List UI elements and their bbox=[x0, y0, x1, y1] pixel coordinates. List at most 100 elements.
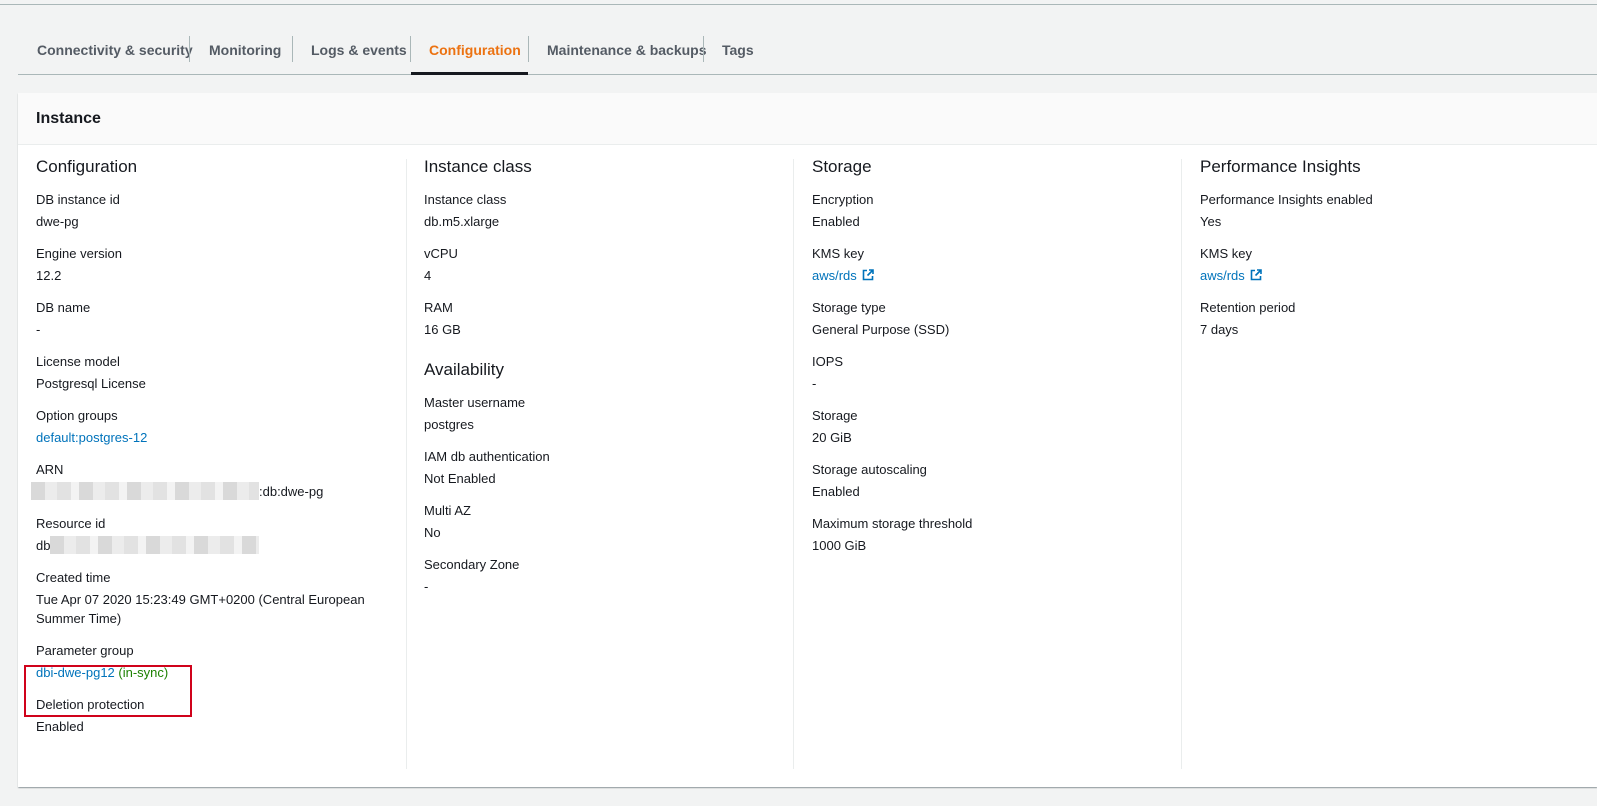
field-value: No bbox=[424, 525, 441, 540]
field-value: dwe-pg bbox=[36, 214, 79, 229]
performance-insights-title: Performance Insights bbox=[1200, 157, 1361, 176]
configuration-title: Configuration bbox=[36, 157, 138, 176]
panel-title: Instance bbox=[36, 110, 101, 127]
field-value: Postgresql License bbox=[36, 376, 146, 391]
panel-header: Instance bbox=[18, 93, 1597, 145]
field-label: KMS key bbox=[812, 246, 865, 261]
field-value: db.m5.xlarge bbox=[424, 214, 500, 229]
performance-insights-column: Performance Insights Performance Insight… bbox=[1200, 156, 1540, 352]
tab-separator bbox=[292, 36, 293, 62]
field-value: 12.2 bbox=[36, 268, 62, 283]
field-label: IAM db authentication bbox=[424, 449, 550, 464]
field-value: Enabled bbox=[36, 719, 84, 734]
instance-panel: Instance Configuration DB instance id dw… bbox=[18, 93, 1597, 787]
arn-field: ARN :db:dwe-pg bbox=[31, 460, 376, 501]
field-label: KMS key bbox=[1200, 246, 1253, 261]
field-label: DB name bbox=[36, 300, 91, 315]
field-value: postgres bbox=[424, 417, 474, 432]
tab-separator bbox=[703, 36, 704, 62]
option-group-link[interactable]: default:postgres-12 bbox=[36, 430, 147, 445]
field-value: Tue Apr 07 2020 15:23:49 GMT+0200 (Centr… bbox=[36, 592, 365, 626]
field-label: Storage type bbox=[812, 300, 886, 315]
column-divider bbox=[793, 159, 794, 769]
field-label: Storage bbox=[812, 408, 858, 423]
field-value: Enabled bbox=[812, 484, 860, 499]
field-value: - bbox=[36, 322, 41, 337]
db-name-field: DB name - bbox=[36, 298, 376, 339]
license-model-field: License model Postgresql License bbox=[36, 352, 376, 393]
field-label: Storage autoscaling bbox=[812, 462, 927, 477]
iam-auth-field: IAM db authentication Not Enabled bbox=[424, 447, 764, 488]
top-divider bbox=[0, 4, 1597, 5]
instance-class-field: Instance class db.m5.xlarge bbox=[424, 190, 764, 231]
field-value: Enabled bbox=[812, 214, 860, 229]
field-label: Parameter group bbox=[36, 643, 134, 658]
kms-key-field: KMS key aws/rds bbox=[812, 244, 1152, 285]
field-label: Encryption bbox=[812, 192, 874, 207]
option-groups-field: Option groups default:postgres-12 bbox=[36, 406, 376, 447]
created-time-field: Created time Tue Apr 07 2020 15:23:49 GM… bbox=[36, 568, 376, 628]
tab-connectivity-security[interactable]: Connectivity & security bbox=[37, 26, 193, 74]
field-label: vCPU bbox=[424, 246, 458, 261]
max-storage-threshold-field: Maximum storage threshold 1000 GiB bbox=[812, 514, 1152, 555]
field-label: Engine version bbox=[36, 246, 122, 261]
engine-version-field: Engine version 12.2 bbox=[36, 244, 376, 285]
pi-kms-key-link[interactable]: aws/rds bbox=[1200, 268, 1245, 283]
field-value: - bbox=[812, 376, 817, 391]
instance-class-title: Instance class bbox=[424, 157, 532, 176]
vcpu-field: vCPU 4 bbox=[424, 244, 764, 285]
configuration-column: Configuration DB instance id dwe-pg Engi… bbox=[31, 156, 376, 749]
field-label: Master username bbox=[424, 395, 526, 410]
storage-column: Storage Encryption Enabled KMS key aws/r… bbox=[812, 156, 1152, 568]
field-label: DB instance id bbox=[36, 192, 120, 207]
field-label: ARN bbox=[36, 462, 64, 477]
iops-field: IOPS - bbox=[812, 352, 1152, 393]
field-value: Yes bbox=[1200, 214, 1222, 229]
field-value: 1000 GiB bbox=[812, 538, 867, 553]
tab-separator bbox=[410, 36, 411, 62]
arn-suffix: :db:dwe-pg bbox=[259, 484, 324, 499]
resource-id-prefix: db bbox=[36, 538, 51, 553]
secondary-zone-field: Secondary Zone - bbox=[424, 555, 764, 596]
tab-logs-events[interactable]: Logs & events bbox=[311, 26, 407, 74]
field-value: Not Enabled bbox=[424, 471, 496, 486]
field-label: Resource id bbox=[36, 516, 106, 531]
external-link-icon[interactable] bbox=[862, 269, 874, 281]
resource-id-field: Resource id db bbox=[36, 514, 376, 555]
field-label: RAM bbox=[424, 300, 453, 315]
encryption-field: Encryption Enabled bbox=[812, 190, 1152, 231]
ram-field: RAM 16 GB bbox=[424, 298, 764, 339]
retention-period-field: Retention period 7 days bbox=[1200, 298, 1540, 339]
field-value: General Purpose (SSD) bbox=[812, 322, 950, 337]
tab-tags[interactable]: Tags bbox=[722, 26, 754, 74]
external-link-icon[interactable] bbox=[1250, 269, 1262, 281]
db-instance-id-field: DB instance id dwe-pg bbox=[36, 190, 376, 231]
field-label: Created time bbox=[36, 570, 111, 585]
field-label: Performance Insights enabled bbox=[1200, 192, 1373, 207]
field-label: Secondary Zone bbox=[424, 557, 520, 572]
field-label: License model bbox=[36, 354, 120, 369]
storage-size-field: Storage 20 GiB bbox=[812, 406, 1152, 447]
field-label: Multi AZ bbox=[424, 503, 471, 518]
pi-enabled-field: Performance Insights enabled Yes bbox=[1200, 190, 1540, 231]
field-label: Instance class bbox=[424, 192, 507, 207]
field-value: 20 GiB bbox=[812, 430, 852, 445]
master-username-field: Master username postgres bbox=[424, 393, 764, 434]
storage-type-field: Storage type General Purpose (SSD) bbox=[812, 298, 1152, 339]
availability-title: Availability bbox=[424, 360, 505, 379]
pi-kms-key-field: KMS key aws/rds bbox=[1200, 244, 1540, 285]
field-label: Maximum storage threshold bbox=[812, 516, 973, 531]
tab-separator bbox=[528, 36, 529, 62]
tab-separator bbox=[189, 36, 190, 62]
kms-key-link[interactable]: aws/rds bbox=[812, 268, 857, 283]
tab-maintenance-backups[interactable]: Maintenance & backups bbox=[547, 26, 707, 74]
tab-monitoring[interactable]: Monitoring bbox=[209, 26, 281, 74]
field-value: 16 GB bbox=[424, 322, 461, 337]
parameter-group-highlight-box bbox=[24, 665, 192, 717]
active-tab-indicator bbox=[411, 72, 528, 75]
field-label: Retention period bbox=[1200, 300, 1296, 315]
redacted-arn bbox=[31, 482, 259, 500]
column-divider bbox=[406, 159, 407, 769]
column-divider bbox=[1181, 159, 1182, 769]
tab-configuration[interactable]: Configuration bbox=[429, 26, 521, 74]
